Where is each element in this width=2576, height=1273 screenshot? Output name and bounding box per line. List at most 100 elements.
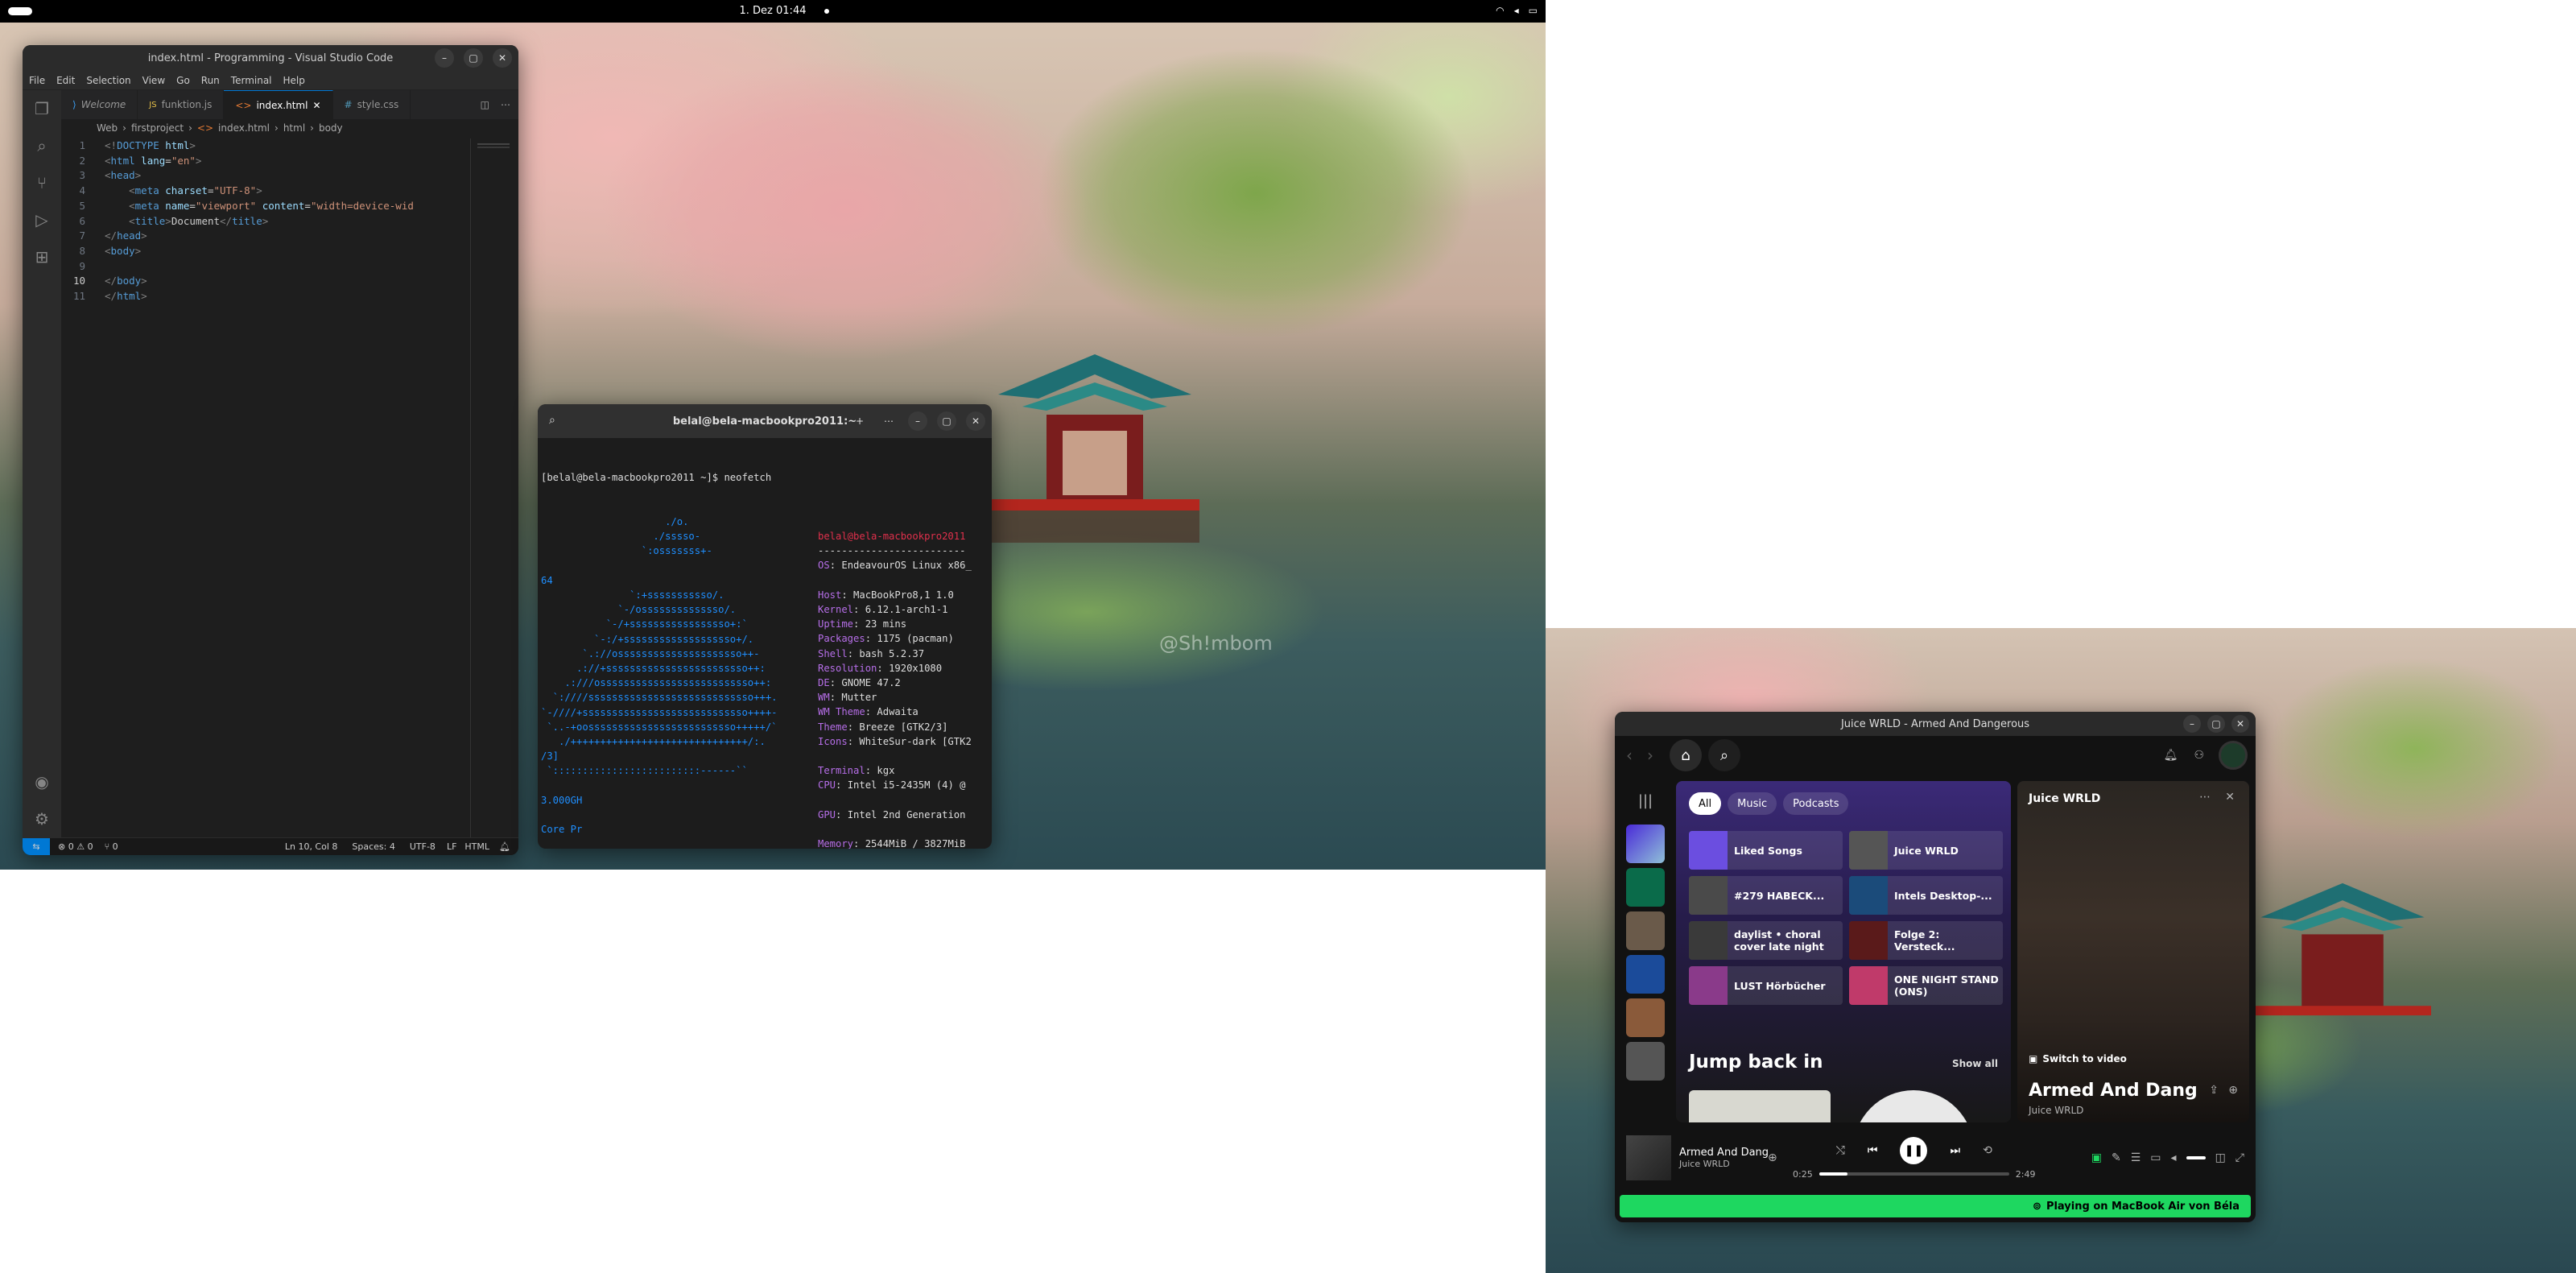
- jump-back-card[interactable]: [1853, 1090, 1974, 1122]
- problems-indicator[interactable]: ⊗ 0 ⚠ 0: [58, 841, 93, 852]
- next-icon[interactable]: ⏭︎: [1950, 1144, 1960, 1157]
- avatar[interactable]: [2219, 741, 2248, 770]
- code-line[interactable]: 4 <meta charset="UTF-8">: [61, 184, 480, 199]
- chip-podcasts[interactable]: Podcasts: [1783, 792, 1849, 815]
- more-options-icon[interactable]: ⋯: [2199, 791, 2211, 804]
- home-button[interactable]: ⌂: [1670, 739, 1702, 771]
- shortcut-card[interactable]: daylist • choral cover late night: [1689, 921, 1843, 960]
- pause-button[interactable]: ❚❚: [1900, 1136, 1928, 1164]
- settings-gear-icon[interactable]: ⚙: [23, 800, 61, 837]
- breadcrumb-item[interactable]: index.html: [218, 122, 270, 134]
- accounts-icon[interactable]: ◉: [23, 763, 61, 800]
- library-item[interactable]: [1626, 998, 1665, 1037]
- menu-go[interactable]: Go: [176, 75, 190, 86]
- more-actions-icon[interactable]: ⋯: [501, 99, 510, 110]
- shortcut-card[interactable]: Folge 2: Versteck...: [1849, 921, 2003, 960]
- previous-icon[interactable]: ⏮︎: [1868, 1144, 1878, 1157]
- chip-music[interactable]: Music: [1728, 792, 1777, 815]
- close-button[interactable]: ✕: [966, 411, 985, 431]
- code-line[interactable]: 5 <meta name="viewport" content="width=d…: [61, 199, 480, 214]
- menu-view[interactable]: View: [142, 75, 165, 86]
- vscode-window[interactable]: index.html - Programming - Visual Studio…: [23, 45, 518, 855]
- jump-back-card[interactable]: [1689, 1090, 1831, 1122]
- close-tab-icon[interactable]: ✕: [312, 100, 320, 111]
- tab-funktion-js[interactable]: JS funktion.js: [138, 90, 225, 119]
- tab-welcome[interactable]: ⟩ Welcome: [61, 90, 138, 119]
- menu-edit[interactable]: Edit: [56, 75, 75, 86]
- menu-run[interactable]: Run: [201, 75, 220, 86]
- code-editor[interactable]: 1 <!DOCTYPE html> 2 <html lang="en"> 3 <head>…: [61, 138, 480, 304]
- volume-slider[interactable]: [2186, 1156, 2206, 1159]
- add-to-playlist-icon[interactable]: ⊕: [2228, 1084, 2238, 1097]
- menu-selection[interactable]: Selection: [86, 75, 130, 86]
- notifications-icon[interactable]: 🔔︎: [2164, 749, 2178, 762]
- share-icon[interactable]: ⇪: [2209, 1084, 2219, 1097]
- home-feed[interactable]: All Music Podcasts Liked Songs Juice WRLD…: [1676, 781, 2011, 1122]
- shortcut-card[interactable]: Juice WRLD: [1849, 831, 2003, 870]
- clock[interactable]: 1. Dez 01:44: [0, 5, 1546, 17]
- switch-to-video-button[interactable]: ▣ Switch to video: [2029, 1053, 2127, 1064]
- tab-style-css[interactable]: # style.css: [333, 90, 411, 119]
- maximize-button[interactable]: ▢: [464, 48, 483, 68]
- spotify-titlebar[interactable]: Juice WRLD - Armed And Dangerous: [1615, 712, 2256, 736]
- queue-icon[interactable]: ☰: [2131, 1151, 2141, 1164]
- code-line[interactable]: 11 </html>: [61, 289, 480, 304]
- menu-file[interactable]: File: [29, 75, 45, 86]
- mini-player-icon[interactable]: ◫: [2215, 1151, 2226, 1164]
- show-all-link[interactable]: Show all: [1952, 1058, 1998, 1069]
- shortcut-card[interactable]: LUST Hörbücher: [1689, 966, 1843, 1005]
- end-of-line[interactable]: LF: [447, 841, 456, 852]
- search-icon[interactable]: ⌕: [549, 414, 555, 427]
- code-line[interactable]: 8 <body>: [61, 244, 480, 259]
- breadcrumb-item[interactable]: body: [319, 122, 343, 134]
- friend-activity-icon[interactable]: ⚇: [2194, 749, 2204, 762]
- close-button[interactable]: ✕: [493, 48, 512, 68]
- progress-bar[interactable]: [1818, 1172, 2009, 1176]
- repeat-icon[interactable]: ⟲: [1983, 1144, 1992, 1157]
- spotify-window[interactable]: Juice WRLD - Armed And Dangerous – ▢ ✕ ‹ ›…: [1615, 712, 2256, 1222]
- now-playing-view-icon[interactable]: ▣: [2091, 1151, 2102, 1164]
- code-line[interactable]: 10 </body>: [61, 274, 480, 289]
- code-line[interactable]: 2 <html lang="en">: [61, 154, 480, 169]
- breadcrumb-item[interactable]: Web: [97, 122, 118, 134]
- volume-icon[interactable]: ◂: [2171, 1151, 2177, 1164]
- terminal-output[interactable]: [belal@bela-macbookpro2011 ~]$ neofetch …: [541, 441, 989, 849]
- bell-icon[interactable]: 🔔︎: [499, 841, 510, 852]
- system-tray[interactable]: ◠ ◂ ▭: [1496, 5, 1538, 16]
- close-button[interactable]: ✕: [2231, 715, 2249, 733]
- new-tab-icon[interactable]: +: [850, 411, 869, 431]
- shortcut-card[interactable]: Liked Songs: [1689, 831, 1843, 870]
- back-icon[interactable]: ‹: [1626, 746, 1633, 765]
- code-line[interactable]: 9: [61, 259, 480, 275]
- fullscreen-icon[interactable]: ⤢: [2235, 1151, 2244, 1164]
- menu-terminal[interactable]: Terminal: [231, 75, 272, 86]
- code-line[interactable]: 6 <title>Document</title>: [61, 214, 480, 229]
- terminal-window[interactable]: belal@bela-macbookpro2011:~ ⌕ + ⋯ – ▢ ✕ [bel…: [538, 404, 992, 849]
- search-icon[interactable]: ⌕: [23, 127, 61, 164]
- minimize-button[interactable]: –: [2183, 715, 2201, 733]
- maximize-button[interactable]: ▢: [2207, 715, 2225, 733]
- lyrics-icon[interactable]: ✎: [2112, 1151, 2121, 1164]
- menu-help[interactable]: Help: [283, 75, 305, 86]
- language-mode[interactable]: HTML: [464, 841, 489, 852]
- remote-indicator-icon[interactable]: ⇆: [23, 837, 50, 855]
- shortcut-card[interactable]: Intels Desktop-...: [1849, 876, 2003, 915]
- minimap[interactable]: [470, 138, 515, 837]
- library-item[interactable]: [1626, 1042, 1665, 1081]
- shuffle-icon[interactable]: ⤭: [1836, 1144, 1845, 1157]
- library-item[interactable]: [1626, 955, 1665, 994]
- code-line[interactable]: 3 <head>: [61, 168, 480, 184]
- library-icon[interactable]: |||: [1621, 781, 1670, 820]
- source-control-icon[interactable]: ⑂: [23, 164, 61, 201]
- breadcrumb-item[interactable]: html: [283, 122, 305, 134]
- chip-all[interactable]: All: [1689, 792, 1722, 815]
- connect-device-icon[interactable]: ▭: [2150, 1151, 2161, 1164]
- np-song-title[interactable]: Armed And Dang: [2029, 1081, 2198, 1101]
- close-icon[interactable]: ✕: [2225, 791, 2235, 804]
- track-artist[interactable]: Juice WRLD: [1679, 1159, 1768, 1169]
- library-item-liked-songs[interactable]: [1626, 825, 1665, 863]
- section-title[interactable]: Jump back in: [1689, 1052, 1823, 1073]
- cursor-position[interactable]: Ln 10, Col 8: [285, 841, 338, 852]
- maximize-button[interactable]: ▢: [937, 411, 956, 431]
- np-artist[interactable]: Juice WRLD: [2029, 1105, 2083, 1116]
